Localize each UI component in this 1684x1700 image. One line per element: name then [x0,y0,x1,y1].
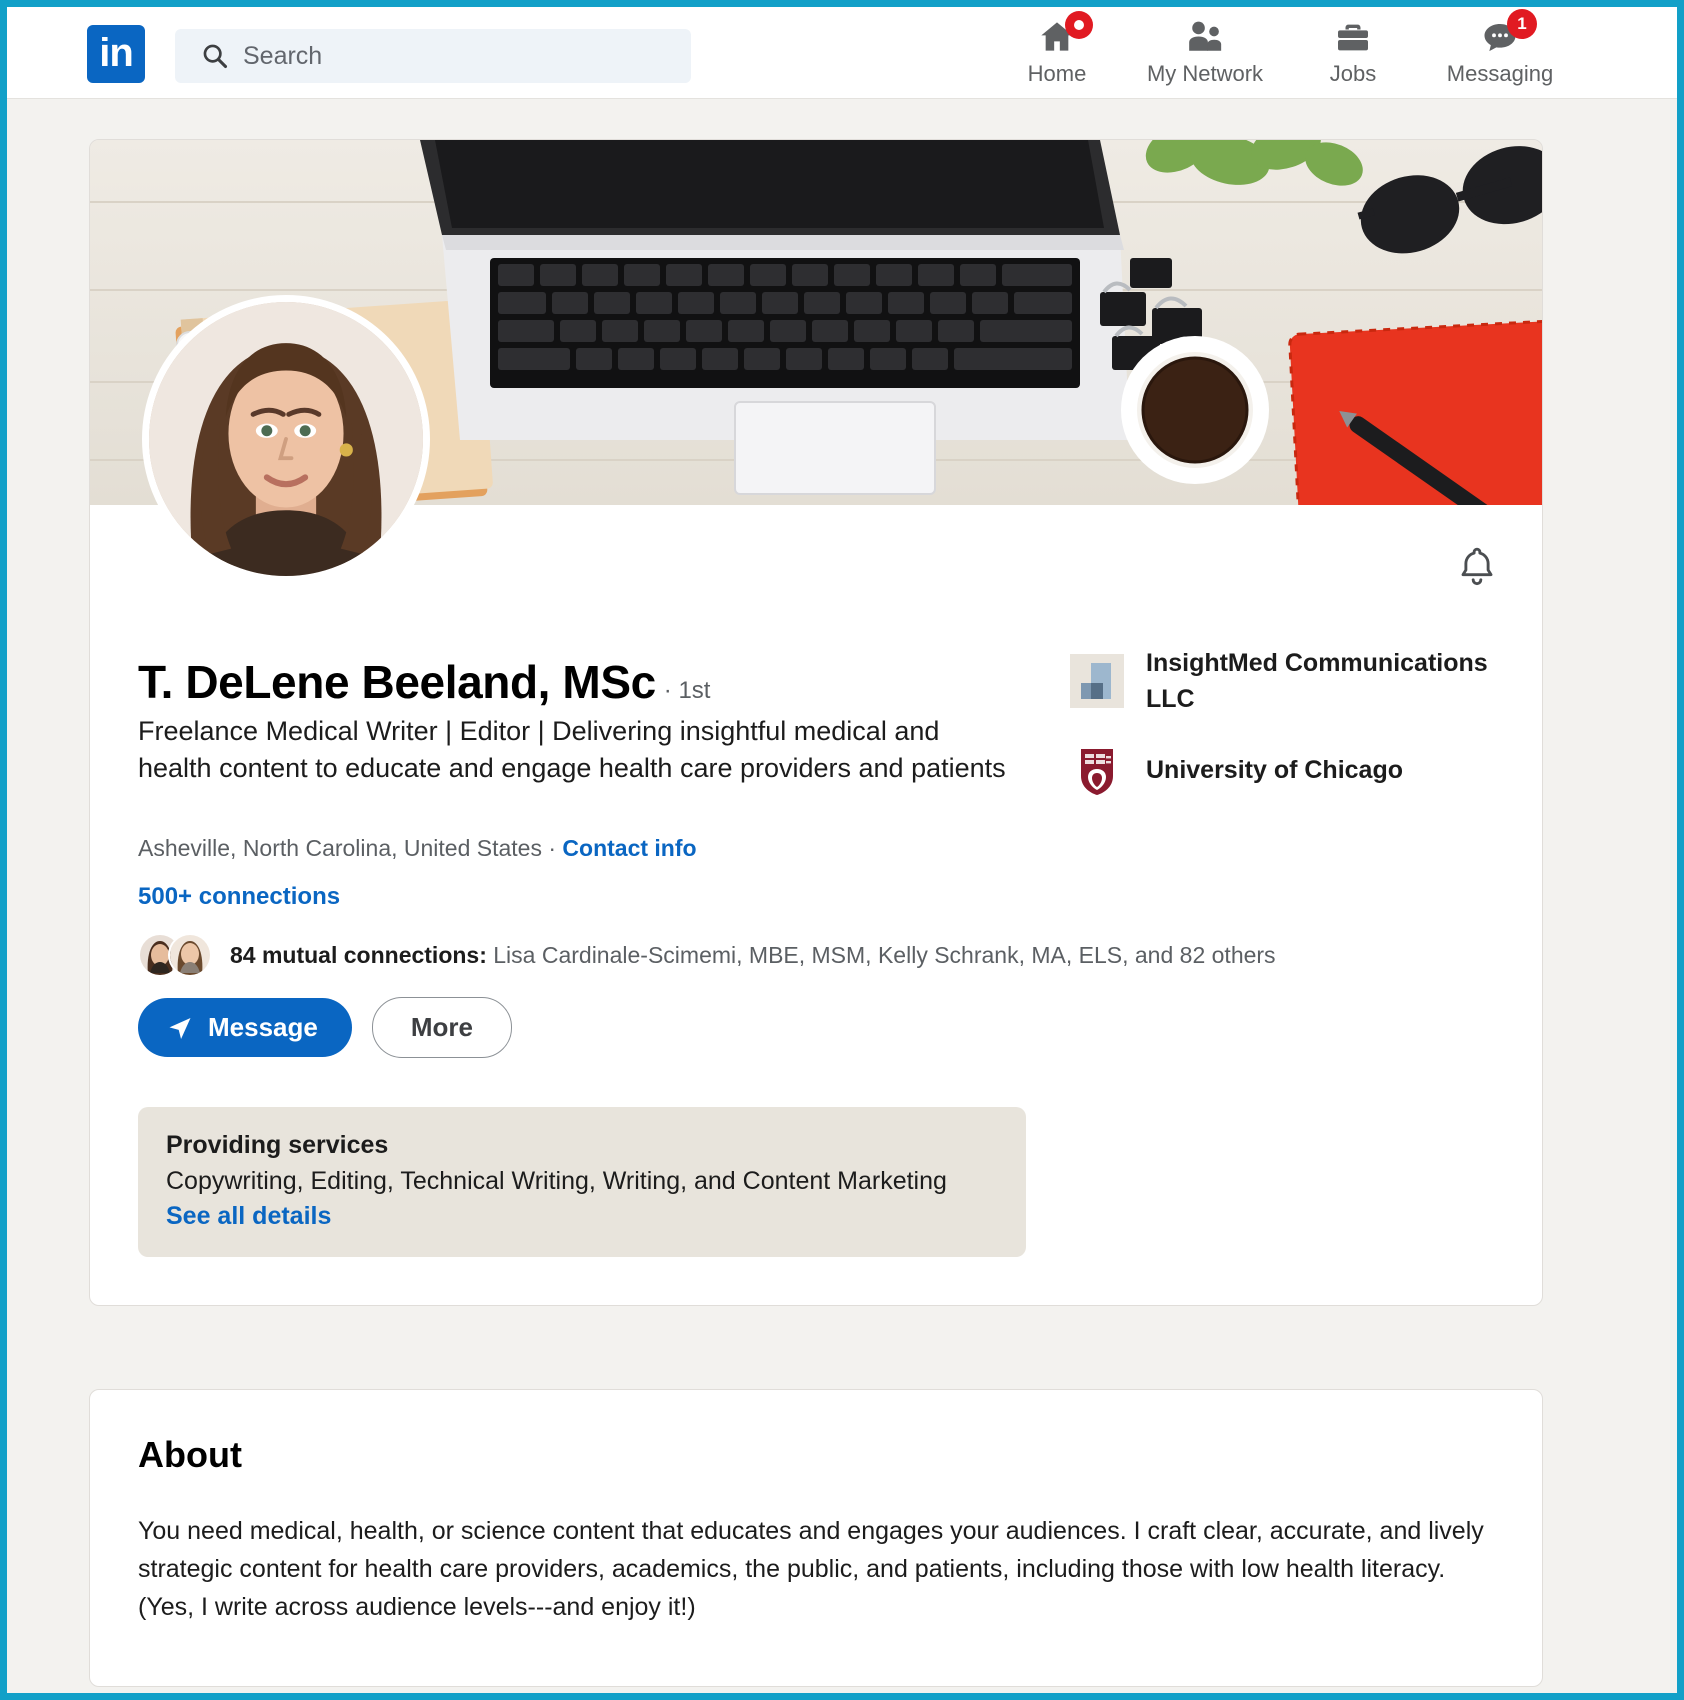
about-section-text: You need medical, health, or science con… [138,1517,1484,1621]
home-notification-badge [1065,11,1093,39]
nav-label-home: Home [1027,61,1087,86]
profile-location-row: Asheville, North Carolina, United States… [138,835,697,862]
providing-services-box[interactable]: Providing services Copywriting, Editing,… [138,1107,1026,1257]
about-section-title: About [138,1434,242,1475]
more-button[interactable]: More [371,997,512,1058]
see-all-details-link[interactable]: See all details [166,1202,998,1231]
organization-item-school[interactable]: University of Chicago [1070,743,1500,797]
avatar [168,933,212,977]
connections-count-link[interactable]: 500+ connections [138,883,340,911]
nav-item-jobs[interactable]: Jobs [1293,15,1413,87]
message-button-label: Message [208,1012,318,1042]
mutual-connections-text: 84 mutual connections: Lisa Cardinale-Sc… [230,942,1276,969]
people-icon [1145,15,1265,57]
mutual-connections-count: 84 mutual connections: [230,941,487,968]
search-icon [201,42,229,70]
about-card: About You need medical, health, or scien… [89,1389,1543,1687]
organization-name: University of Chicago [1146,756,1403,784]
page-title: T. DeLene Beeland, MSc [138,656,656,708]
messaging-notification-badge: 1 [1507,9,1537,39]
providing-services-title: Providing services [166,1131,389,1159]
nav-item-messaging[interactable]: 1 Messaging [1435,9,1565,87]
profile-location: Asheville, North Carolina, United States… [138,835,563,861]
organization-item-company[interactable]: InsightMed Communications LLC [1070,645,1500,717]
nav-item-home[interactable]: Home [997,11,1117,87]
search-placeholder-text: Search [243,42,323,70]
profile-photo[interactable] [142,295,430,583]
home-icon [997,11,1117,57]
nav-label-my-network: My Network [1146,61,1264,86]
profile-name-row: T. DeLene Beeland, MSc · 1st [138,655,710,709]
contact-info-link[interactable]: Contact info [562,835,696,861]
providing-services-list: Copywriting, Editing, Technical Writing,… [166,1167,947,1195]
nav-label-jobs: Jobs [1329,61,1377,86]
profile-headline: Freelance Medical Writer | Editor | Deli… [138,716,1006,783]
uchicago-shield-logo [1070,743,1124,797]
search-input[interactable]: Search [175,29,691,83]
nav-item-my-network[interactable]: My Network [1145,15,1265,87]
mutual-connection-avatars [138,933,216,977]
insightmed-logo [1070,654,1124,708]
organization-name: InsightMed Communications LLC [1146,649,1488,713]
send-icon [166,1014,194,1042]
briefcase-icon [1293,15,1413,57]
profile-action-buttons: Message More [138,997,512,1058]
mutual-connections-names: Lisa Cardinale-Scimemi, MBE, MSM, Kelly … [486,941,1276,968]
notification-bell-icon[interactable] [1454,543,1500,589]
linkedin-logo[interactable]: in [87,25,145,83]
connection-degree: · 1st [663,677,711,704]
message-bubble-icon: 1 [1435,9,1565,57]
profile-card: T. DeLene Beeland, MSc · 1st Freelance Me… [89,139,1543,1306]
browser-frame: in Search Home My Network Jobs 1 Messagi… [0,0,1684,1700]
profile-organizations: InsightMed Communications LLC University… [1070,645,1500,823]
message-button[interactable]: Message [138,998,352,1057]
nav-label-messaging: Messaging [1446,61,1554,86]
mutual-connections-row[interactable]: 84 mutual connections: Lisa Cardinale-Sc… [138,933,1276,977]
top-navigation-bar: in Search Home My Network Jobs 1 Messagi… [7,7,1677,99]
